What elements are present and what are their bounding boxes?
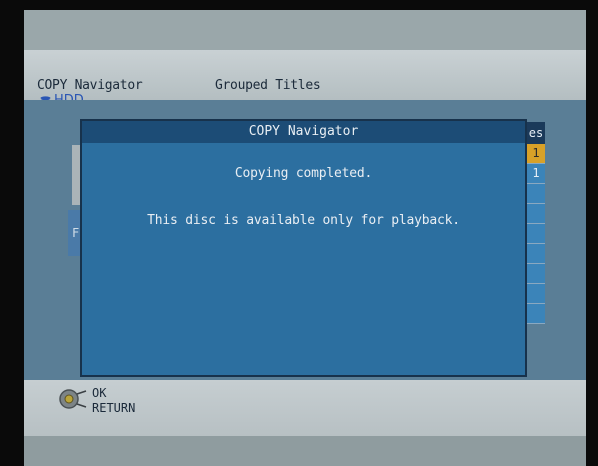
list-item[interactable] xyxy=(527,244,545,264)
list-item[interactable]: 1 xyxy=(527,164,545,184)
letterbox-top xyxy=(0,0,598,10)
remote-dial-icon xyxy=(59,389,87,409)
top-strip xyxy=(24,10,586,50)
list-item[interactable] xyxy=(527,284,545,304)
return-hint[interactable]: RETURN xyxy=(92,401,135,415)
ok-hint[interactable]: OK xyxy=(92,386,106,400)
tv-screen: COPY Navigator Grouped Titles HDD F es 1… xyxy=(24,10,586,466)
list-item[interactable] xyxy=(527,224,545,244)
tab-grouped-titles[interactable]: Grouped Titles xyxy=(215,78,321,93)
message-dialog: COPY Navigator Copying completed. This d… xyxy=(80,119,527,377)
list-item[interactable]: 1 xyxy=(527,144,545,164)
list-item[interactable] xyxy=(527,264,545,284)
page-title: COPY Navigator xyxy=(37,78,143,93)
dialog-message-status: Copying completed. xyxy=(234,166,373,181)
list-item[interactable] xyxy=(527,204,545,224)
list-item[interactable] xyxy=(527,184,545,204)
dialog-message-detail: This disc is available only for playback… xyxy=(147,213,460,228)
column-header: es xyxy=(527,122,545,144)
letterbox-left xyxy=(0,0,24,466)
header: COPY Navigator Grouped Titles HDD xyxy=(24,50,586,108)
letterbox-right xyxy=(586,0,598,466)
list-item[interactable] xyxy=(527,304,545,324)
dialog-title: COPY Navigator xyxy=(82,121,525,143)
bottom-strip xyxy=(24,436,586,466)
background-letter: F xyxy=(72,226,80,240)
